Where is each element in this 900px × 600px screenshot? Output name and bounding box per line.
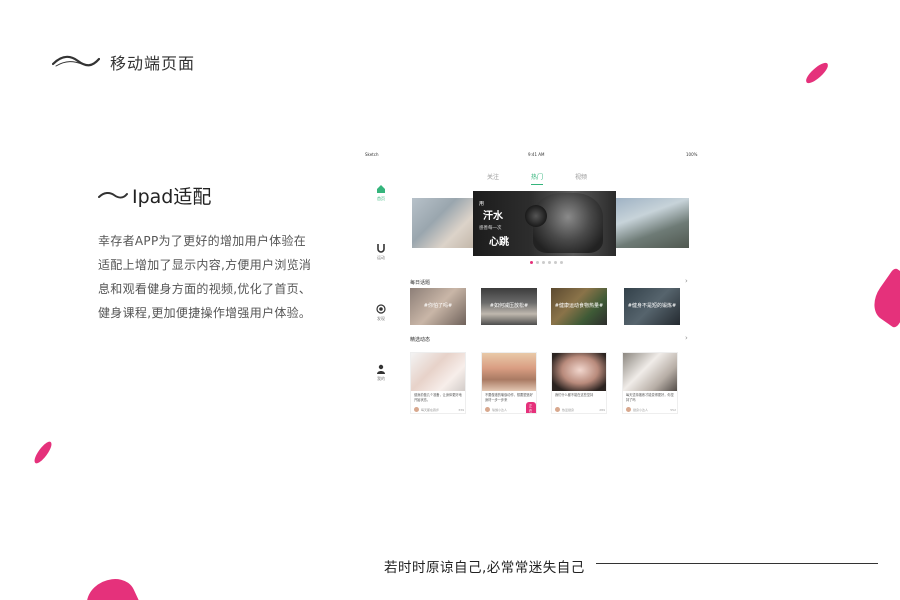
banner-text: 心跳 — [489, 237, 509, 248]
post-card[interactable]: 我们什么都不能在这些坚持 热爱健身 289 — [551, 352, 607, 414]
sidebar-item-discover[interactable]: 发现 — [372, 304, 390, 322]
sidebar-item-label: 运动 — [377, 255, 385, 260]
page-header: 移动端页面 — [52, 50, 195, 74]
post-meta: 健身小达人 552 — [626, 407, 676, 412]
post-meta: 每天都在跑步 339 — [414, 407, 464, 412]
footer-quote: 若时时原谅自己,必常常迷失自己 — [384, 560, 585, 576]
topic-card[interactable]: #健康运动食物热量# — [551, 288, 607, 325]
chevron-right-icon[interactable]: › — [685, 334, 688, 342]
post-likes: 552 — [670, 407, 676, 412]
magnet-icon — [377, 244, 385, 253]
avatar[interactable] — [555, 407, 560, 412]
banner-slide-next[interactable] — [616, 198, 689, 248]
topic-caption: #健身不是短的锻炼# — [627, 303, 677, 309]
banner-slide-current[interactable]: 用 汗水 感善每一次 心跳 — [473, 191, 616, 256]
banner-text: 用 — [479, 201, 485, 207]
post-card[interactable]: 健身前做几个准备，让身体更好地开始状态。 每天都在跑步 339 — [410, 352, 466, 414]
discover-icon — [376, 304, 386, 314]
carousel-dot[interactable] — [542, 261, 545, 264]
post-text: 不要做错的瑜伽动作，想要塑造好身材一步一步来 — [485, 393, 533, 402]
carousel-indicator — [530, 261, 563, 264]
sidebar-item-label: 发现 — [377, 316, 385, 321]
post-likes: 289 — [599, 407, 605, 412]
page-title: 移动端页面 — [110, 54, 196, 73]
tab-follow[interactable]: 关注 — [487, 172, 499, 185]
decorative-petal — [865, 267, 900, 329]
topic-card[interactable]: #你怕了吗# — [410, 288, 466, 325]
carousel-dot[interactable] — [554, 261, 557, 264]
post-user: 瑜伽小达人 — [492, 407, 508, 412]
dumbbell-image — [525, 205, 547, 227]
post-card[interactable]: 不要做错的瑜伽动作，想要塑造好身材一步一步来 瑜伽小达人 95 正在直播 — [481, 352, 537, 414]
section-heading: Ipad适配 — [98, 182, 318, 209]
status-bar: Sketch 9:41 AM 100% — [360, 152, 715, 160]
carousel-dot[interactable] — [530, 261, 533, 264]
decorative-petal — [79, 571, 143, 600]
topic-card[interactable]: #健身不是短的锻炼# — [624, 288, 680, 325]
tab-video[interactable]: 视频 — [575, 172, 587, 185]
carousel-dot[interactable] — [560, 261, 563, 264]
person-icon — [377, 364, 385, 374]
banner-slide-previous[interactable] — [412, 198, 474, 248]
decorative-petal — [31, 439, 55, 466]
carousel-dot[interactable] — [536, 261, 539, 264]
topic-caption: #你怕了吗# — [423, 303, 453, 309]
post-card[interactable]: 每天坚持锻炼才能变得更好，你坚持了吗 健身小达人 552 — [622, 352, 678, 414]
avatar[interactable] — [485, 407, 490, 412]
topic-card[interactable]: #如何减压放松# — [481, 288, 537, 325]
avatar[interactable] — [626, 407, 631, 412]
topic-caption: #如何减压放松# — [489, 303, 529, 309]
post-user: 热爱健身 — [562, 407, 575, 412]
daily-topics-title: 每日话题 — [410, 280, 431, 286]
post-text: 我们什么都不能在这些坚持 — [555, 393, 594, 397]
decorative-petal — [802, 60, 832, 86]
post-photo — [623, 353, 677, 391]
sidebar-item-profile[interactable]: 我的 — [372, 364, 390, 382]
ipad-section: Ipad适配 幸存者APP为了更好的增加用户体验在适配上增加了显示内容,方便用户… — [98, 182, 318, 325]
post-photo — [482, 353, 536, 391]
wave-icon — [52, 55, 100, 69]
live-badge[interactable]: 正在直播 — [526, 402, 536, 413]
ipad-screen: Sketch 9:41 AM 100% 首页 运动 发现 我的 关注 热门 视频… — [360, 150, 715, 430]
post-likes: 339 — [458, 407, 464, 412]
section-description: 幸存者APP为了更好的增加用户体验在适配上增加了显示内容,方便用户浏览消息和观看… — [98, 234, 312, 320]
carousel-dot[interactable] — [548, 261, 551, 264]
sidebar-item-label: 我的 — [377, 376, 385, 381]
post-photo — [411, 353, 465, 391]
post-user: 每天都在跑步 — [421, 407, 440, 412]
avatar[interactable] — [414, 407, 419, 412]
section-title: Ipad适配 — [132, 186, 212, 208]
tab-hot[interactable]: 热门 — [530, 172, 543, 185]
post-text: 每天坚持锻炼才能变得更好，你坚持了吗 — [626, 393, 674, 402]
sidebar-item-sport[interactable]: 运动 — [372, 243, 390, 261]
battery-label: 100% — [686, 152, 698, 157]
footer-divider — [596, 563, 878, 564]
wave-icon — [98, 186, 128, 205]
post-meta: 热爱健身 289 — [555, 407, 605, 412]
banner-text: 汗水 — [483, 211, 503, 222]
clock: 9:41 AM — [528, 152, 545, 157]
chevron-right-icon[interactable]: › — [685, 277, 688, 285]
sidebar-item-home[interactable]: 首页 — [372, 184, 390, 202]
topic-caption: #健康运动食物热量# — [554, 303, 604, 309]
featured-title: 精选动态 — [410, 337, 431, 343]
post-photo — [552, 353, 606, 391]
top-tabs: 关注 热门 视频 — [487, 172, 587, 185]
post-text: 健身前做几个准备，让身体更好地开始状态。 — [414, 393, 462, 402]
post-user: 健身小达人 — [633, 407, 649, 412]
home-icon — [377, 185, 385, 193]
sidebar-item-label: 首页 — [377, 196, 385, 201]
carrier-label: Sketch — [365, 152, 379, 157]
banner-text: 感善每一次 — [479, 226, 502, 231]
